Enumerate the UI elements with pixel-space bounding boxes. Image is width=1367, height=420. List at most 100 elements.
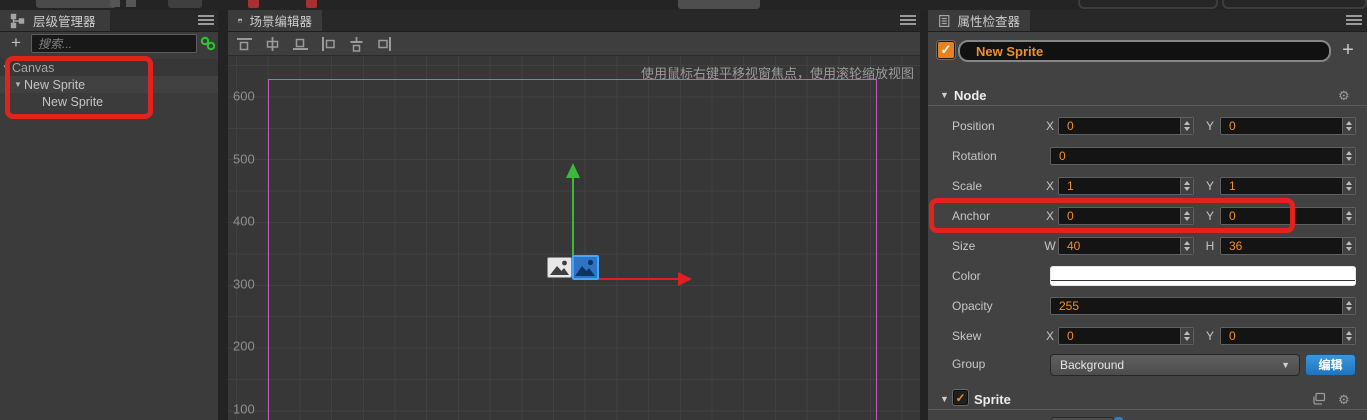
scene-align-toolbar xyxy=(228,32,920,56)
stepper[interactable] xyxy=(1180,178,1193,194)
node-name-input[interactable] xyxy=(958,40,1331,62)
gear-icon[interactable]: ⚙ xyxy=(1338,393,1350,406)
collapse-arrow-icon[interactable]: ▼ xyxy=(12,80,24,89)
inspector-menu-icon[interactable] xyxy=(1346,15,1362,25)
stepper[interactable] xyxy=(1342,238,1355,254)
stepper[interactable] xyxy=(1180,238,1193,254)
node-section-title: Node xyxy=(954,87,987,103)
opacity-field[interactable]: 255 xyxy=(1050,297,1356,315)
sprite-section-header[interactable]: ▼ ✓ Sprite ⚙ xyxy=(928,389,1367,408)
size-h-key: H xyxy=(1205,239,1215,253)
section-collapse-icon[interactable]: ▼ xyxy=(940,394,949,404)
align-right-icon[interactable] xyxy=(376,36,393,52)
inspector-panel: 属性检查器 ✓ + ▼ Node ⚙ Position X 0 Y 0 Rota… xyxy=(928,10,1367,420)
stepper[interactable] xyxy=(1342,178,1355,194)
toolbar-fragment xyxy=(678,0,760,9)
chevron-down-icon: ▼ xyxy=(1281,360,1290,370)
stepper[interactable] xyxy=(1342,328,1355,344)
tab-scene[interactable]: 场景编辑器 xyxy=(228,10,322,31)
skew-x-field[interactable]: 0 xyxy=(1058,327,1194,345)
position-label: Position xyxy=(952,119,995,133)
hierarchy-icon xyxy=(10,13,25,28)
inspector-tabbar: 属性检查器 xyxy=(928,10,1367,32)
hierarchy-menu-icon[interactable] xyxy=(198,15,214,25)
section-collapse-icon[interactable]: ▼ xyxy=(940,90,949,100)
size-h-field[interactable]: 36 xyxy=(1220,237,1356,255)
gizmo-x-axis[interactable] xyxy=(596,278,678,280)
scene-hint-text: 使用鼠标右键平移视窗焦点，使用滚轮缩放视图 xyxy=(640,66,914,81)
position-x-field[interactable]: 0 xyxy=(1058,117,1194,135)
group-edit-button[interactable]: 编辑 xyxy=(1305,354,1356,376)
skew-y-field[interactable]: 0 xyxy=(1220,327,1356,345)
toolbar-red-icon xyxy=(248,0,259,8)
divider xyxy=(928,409,1367,410)
position-x-key: X xyxy=(1045,119,1054,133)
tree-item-new-sprite-child[interactable]: New Sprite xyxy=(0,93,218,110)
sprite-enabled-checkbox[interactable]: ✓ xyxy=(952,389,969,406)
align-top-icon[interactable] xyxy=(236,36,253,52)
node-section-header[interactable]: ▼ Node ⚙ xyxy=(928,86,1367,104)
tab-hierarchy-label: 层级管理器 xyxy=(33,15,96,29)
stepper[interactable] xyxy=(1342,148,1355,164)
scale-y-field[interactable]: 1 xyxy=(1220,177,1356,195)
panel-splitter[interactable] xyxy=(920,10,928,420)
search-input[interactable] xyxy=(31,34,197,53)
gizmo-y-axis[interactable] xyxy=(572,177,574,258)
stepper[interactable] xyxy=(1342,298,1355,314)
sprite-node-selected-icon[interactable] xyxy=(572,255,599,280)
scale-x-field[interactable]: 1 xyxy=(1058,177,1194,195)
scale-y-key: Y xyxy=(1205,179,1214,193)
stepper[interactable] xyxy=(1180,328,1193,344)
align-horizontal-center-icon[interactable] xyxy=(348,36,365,52)
position-y-field[interactable]: 0 xyxy=(1220,117,1356,135)
group-dropdown[interactable]: Background ▼ xyxy=(1050,354,1300,376)
tab-inspector-label: 属性检查器 xyxy=(957,15,1020,29)
anchor-y-field[interactable]: 0 xyxy=(1220,207,1356,225)
skew-x-key: X xyxy=(1045,329,1054,343)
tab-hierarchy[interactable]: 层级管理器 xyxy=(0,10,110,31)
sprite-node-icon[interactable] xyxy=(547,257,572,278)
stepper[interactable] xyxy=(1180,208,1193,224)
gizmo-x-arrow-icon[interactable] xyxy=(678,272,692,286)
add-component-button[interactable]: + xyxy=(1338,40,1358,60)
panel-splitter[interactable] xyxy=(218,10,228,420)
add-node-button[interactable]: + xyxy=(8,34,24,51)
ruler-label: 400 xyxy=(233,213,255,229)
anchor-x-field[interactable]: 0 xyxy=(1058,207,1194,225)
tree-item-label: New Sprite xyxy=(24,77,86,92)
main-toolbar-strip xyxy=(0,0,1367,10)
align-bottom-icon[interactable] xyxy=(292,36,309,52)
scene-tabbar: 场景编辑器 xyxy=(228,10,920,32)
link-icon[interactable] xyxy=(200,36,216,51)
docs-icon[interactable] xyxy=(1312,392,1326,405)
align-vertical-center-icon[interactable] xyxy=(264,36,281,52)
stepper[interactable] xyxy=(1342,208,1355,224)
align-left-icon[interactable] xyxy=(320,36,337,52)
gizmo-y-arrow-icon[interactable] xyxy=(566,163,580,178)
toolbar-red-icon xyxy=(306,0,317,8)
tree-item-canvas[interactable]: ▼ Canvas xyxy=(0,59,218,76)
scene-viewport[interactable]: 使用鼠标右键平移视窗焦点，使用滚轮缩放视图 600 500 400 300 20… xyxy=(228,56,920,420)
ruler-label: 600 xyxy=(233,88,255,104)
toolbar-fragment xyxy=(1222,0,1367,9)
toolbar-fragment xyxy=(168,0,202,8)
inspector-icon xyxy=(939,14,950,27)
scene-menu-icon[interactable] xyxy=(900,15,916,25)
rotation-field[interactable]: 0 xyxy=(1050,147,1356,165)
scale-label: Scale xyxy=(952,179,983,193)
ruler-label: 500 xyxy=(233,151,255,166)
toolbar-fragment xyxy=(126,0,136,7)
toolbar-fragment xyxy=(36,0,116,8)
tab-inspector[interactable]: 属性检查器 xyxy=(928,10,1030,31)
stepper[interactable] xyxy=(1180,118,1193,134)
collapse-arrow-icon[interactable]: ▼ xyxy=(0,63,12,72)
node-active-checkbox[interactable]: ✓ xyxy=(936,40,956,60)
tree-item-new-sprite[interactable]: ▼ New Sprite xyxy=(0,76,218,93)
stepper[interactable] xyxy=(1342,118,1355,134)
skew-label: Skew xyxy=(952,329,982,343)
size-w-key: W xyxy=(1044,239,1056,253)
color-swatch[interactable] xyxy=(1050,266,1356,286)
color-label: Color xyxy=(952,269,981,283)
gear-icon[interactable]: ⚙ xyxy=(1338,89,1350,102)
size-w-field[interactable]: 40 xyxy=(1058,237,1194,255)
